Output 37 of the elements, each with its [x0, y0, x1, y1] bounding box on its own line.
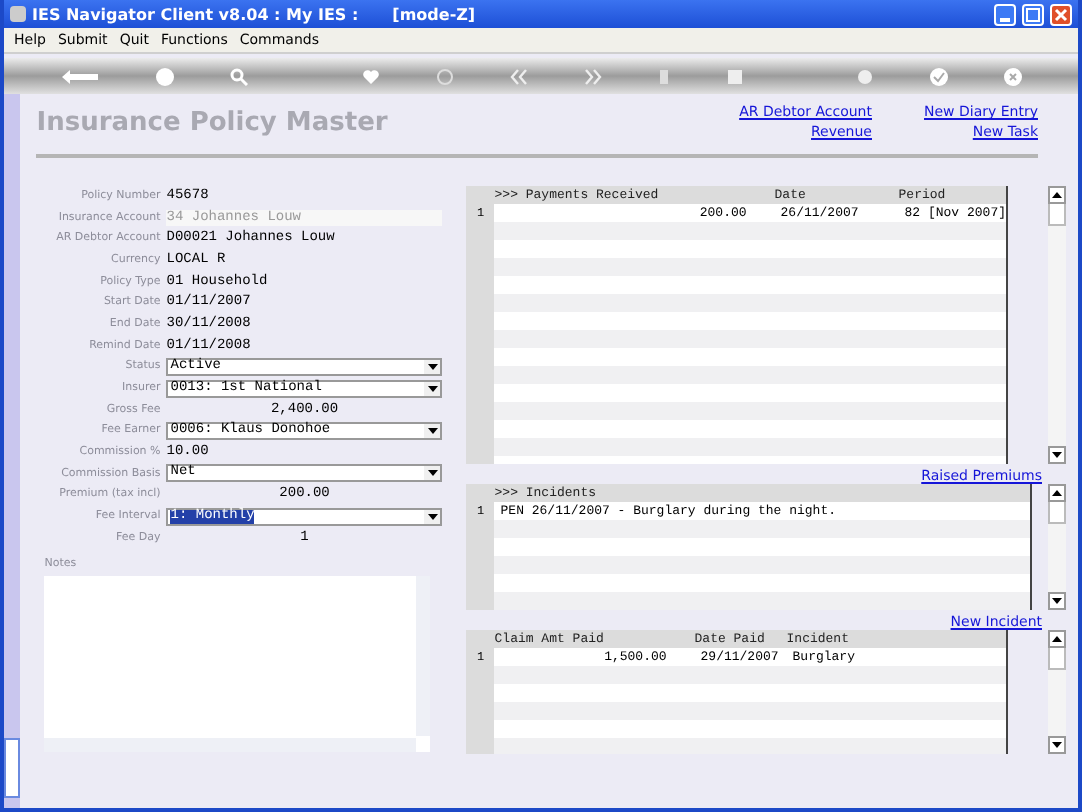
dropdown-arrow-icon[interactable] [424, 509, 441, 524]
scroll-up-icon[interactable] [1048, 630, 1066, 648]
app-icon [10, 6, 26, 22]
close-icon[interactable] [1004, 67, 1022, 85]
bar-icon[interactable] [657, 67, 669, 85]
scrollbar[interactable] [1048, 186, 1066, 464]
side-tab[interactable] [4, 738, 21, 798]
check-icon[interactable] [930, 67, 948, 85]
scrollbar[interactable] [1048, 630, 1066, 754]
search-icon[interactable] [230, 67, 248, 85]
circle-icon[interactable] [435, 67, 453, 85]
scroll-down-icon[interactable] [1048, 592, 1066, 610]
dropdown-arrow-icon[interactable] [424, 423, 441, 438]
scrollbar[interactable] [1048, 484, 1066, 610]
double-right-icon[interactable] [583, 67, 601, 85]
page-title: Insurance Policy Master [36, 106, 388, 142]
back-arrow-icon[interactable] [60, 67, 100, 85]
scroll-thumb[interactable] [1048, 502, 1066, 524]
double-left-icon[interactable] [509, 67, 527, 85]
mode-label: [mode-Z] [392, 5, 476, 23]
maximize-icon [1026, 7, 1040, 21]
dropdown-arrow-icon[interactable] [424, 359, 441, 374]
scroll-up-icon[interactable] [1048, 186, 1066, 204]
dropdown-arrow-icon[interactable] [424, 381, 441, 396]
scroll-down-icon[interactable] [1048, 446, 1066, 464]
scroll-thumb[interactable] [1048, 204, 1066, 226]
dropdown-arrow-icon[interactable] [424, 466, 441, 481]
scroll-up-icon[interactable] [1048, 484, 1066, 502]
square-icon[interactable] [725, 67, 743, 85]
window-title: IES Navigator Client v8.04 : My IES : [32, 5, 359, 23]
scroll-thumb[interactable] [1048, 648, 1066, 670]
close-icon [1054, 7, 1068, 21]
minimize-button[interactable] [994, 3, 1016, 25]
maximize-button[interactable] [1022, 3, 1044, 25]
heart-icon[interactable] [361, 67, 379, 85]
scroll-down-icon[interactable] [1048, 736, 1066, 754]
close-button[interactable] [1050, 3, 1072, 25]
